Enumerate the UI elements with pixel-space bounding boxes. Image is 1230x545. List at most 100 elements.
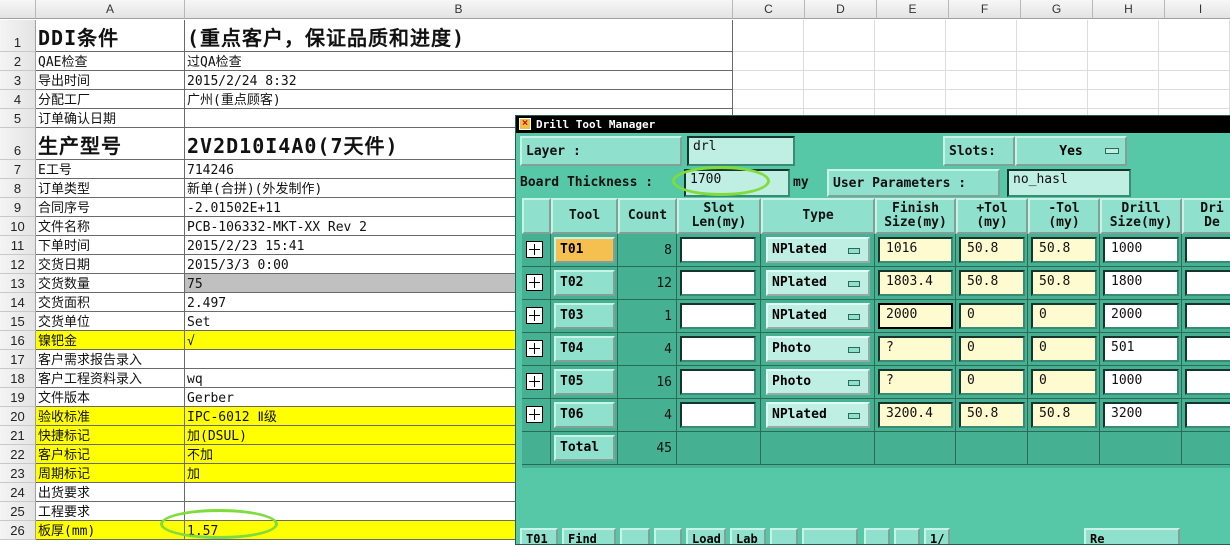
tool-button[interactable]: T02 (554, 270, 615, 296)
bottom-toolbar-button[interactable] (654, 528, 682, 544)
cell-a[interactable]: QAE检查 (36, 52, 185, 71)
cell-a[interactable]: DDI条件 (36, 20, 185, 52)
row-header[interactable]: 7 (0, 160, 36, 179)
plus-tol-field[interactable]: 50.8 (959, 270, 1025, 296)
cell-a[interactable]: 快捷标记 (36, 426, 185, 445)
row-header[interactable]: 26 (0, 521, 36, 540)
tool-button[interactable]: T03 (554, 303, 615, 329)
bottom-toolbar-button[interactable]: 1/ (924, 528, 950, 544)
tool-button[interactable]: T01 (554, 237, 615, 263)
row-header[interactable]: 12 (0, 255, 36, 274)
drill-size-field[interactable]: 501 (1103, 336, 1179, 362)
drill-depth-field[interactable] (1185, 402, 1230, 428)
cell-a[interactable]: 客户需求报告录入 (36, 350, 185, 369)
plus-tol-field[interactable]: 0 (959, 369, 1025, 395)
row-header[interactable]: 16 (0, 331, 36, 350)
type-option-button[interactable]: NPlated (766, 237, 870, 263)
drill-size-field[interactable]: 1800 (1103, 270, 1179, 296)
plus-tol-field[interactable]: 0 (959, 303, 1025, 329)
cell-a[interactable]: 验收标准 (36, 407, 185, 426)
drill-size-field[interactable]: 1000 (1103, 369, 1179, 395)
row-header[interactable]: 4 (0, 90, 36, 109)
column-header-g[interactable]: G (1021, 0, 1093, 19)
window-menu-icon[interactable]: × (519, 118, 531, 130)
plus-tol-field[interactable]: 50.8 (959, 237, 1025, 263)
drill-depth-field[interactable] (1185, 303, 1230, 329)
layer-field[interactable]: drl (687, 136, 795, 166)
tool-button[interactable]: T04 (554, 336, 615, 362)
row-header[interactable]: 10 (0, 217, 36, 236)
column-header-h[interactable]: H (1093, 0, 1165, 19)
cell-a[interactable]: 交货面积 (36, 293, 185, 312)
row-header[interactable]: 17 (0, 350, 36, 369)
bottom-toolbar-button[interactable]: Find (562, 528, 616, 544)
cell-b[interactable]: (重点客户，保证品质和进度) (185, 20, 733, 52)
slots-option-button[interactable]: Yes (1015, 136, 1127, 166)
drill-depth-field[interactable] (1185, 336, 1230, 362)
column-header-e[interactable]: E (877, 0, 949, 19)
row-header[interactable]: 13 (0, 274, 36, 293)
cell-a[interactable]: 镍钯金 (36, 331, 185, 350)
cell-a[interactable]: 生产型号 (36, 128, 185, 160)
drill-depth-field[interactable] (1185, 270, 1230, 296)
column-header-d[interactable]: D (805, 0, 877, 19)
finish-size-field[interactable]: 3200.4 (878, 402, 953, 428)
row-header[interactable]: 19 (0, 388, 36, 407)
cell-a[interactable]: 客户工程资料录入 (36, 369, 185, 388)
plus-icon[interactable] (526, 373, 543, 390)
plus-icon[interactable] (526, 406, 543, 423)
bottom-toolbar-button[interactable] (894, 528, 920, 544)
bottom-toolbar-button[interactable] (620, 528, 650, 544)
cell-a[interactable]: 下单时间 (36, 236, 185, 255)
finish-size-field[interactable]: 2000 (878, 303, 953, 329)
minus-tol-field[interactable]: 0 (1031, 369, 1097, 395)
minus-tol-field[interactable]: 0 (1031, 303, 1097, 329)
cell-a[interactable]: 交货单位 (36, 312, 185, 331)
cell-a[interactable]: 出货要求 (36, 483, 185, 502)
column-header-i[interactable]: I (1165, 0, 1230, 19)
finish-size-field[interactable]: 1016 (878, 237, 953, 263)
type-option-button[interactable]: Photo (766, 369, 870, 395)
column-header-b[interactable]: B (185, 0, 733, 19)
column-header-c[interactable]: C (733, 0, 805, 19)
plus-tol-field[interactable]: 0 (959, 336, 1025, 362)
cell-a[interactable]: 交货数量 (36, 274, 185, 293)
slot-length-field[interactable] (680, 270, 756, 296)
row-header[interactable]: 6 (0, 128, 36, 160)
bottom-toolbar-button[interactable]: Re (1084, 528, 1180, 544)
cell-a[interactable]: 交货日期 (36, 255, 185, 274)
cell-a[interactable]: 文件名称 (36, 217, 185, 236)
drill-size-field[interactable]: 1000 (1103, 237, 1179, 263)
row-header[interactable]: 8 (0, 179, 36, 198)
plus-icon[interactable] (526, 274, 543, 291)
row-header[interactable]: 3 (0, 71, 36, 90)
drill-size-field[interactable]: 2000 (1103, 303, 1179, 329)
minus-tol-field[interactable]: 0 (1031, 336, 1097, 362)
cell-a[interactable]: 分配工厂 (36, 90, 185, 109)
drill-size-field[interactable]: 3200 (1103, 402, 1179, 428)
user-parameters-field[interactable]: no_hasl (1007, 169, 1131, 197)
type-option-button[interactable]: Photo (766, 336, 870, 362)
bottom-toolbar-button[interactable] (770, 528, 798, 544)
type-option-button[interactable]: NPlated (766, 303, 870, 329)
row-header[interactable]: 23 (0, 464, 36, 483)
cell-a[interactable]: 导出时间 (36, 71, 185, 90)
window-titlebar[interactable]: × Drill Tool Manager (516, 116, 1230, 133)
row-header[interactable]: 5 (0, 109, 36, 128)
slot-length-field[interactable] (680, 369, 756, 395)
row-header[interactable]: 2 (0, 52, 36, 71)
plus-icon[interactable] (526, 241, 543, 258)
cell-a[interactable]: 合同序号 (36, 198, 185, 217)
cell-a[interactable]: 订单类型 (36, 179, 185, 198)
empty-cells[interactable] (733, 52, 1230, 71)
column-header-f[interactable]: F (949, 0, 1021, 19)
cell-a[interactable]: 订单确认日期 (36, 109, 185, 128)
cell-b[interactable]: 广州(重点顾客) (185, 90, 733, 109)
bottom-toolbar-button[interactable] (864, 528, 890, 544)
cell-a[interactable]: 板厚(mm) (36, 521, 185, 540)
slot-length-field[interactable] (680, 336, 756, 362)
empty-cells[interactable] (733, 90, 1230, 109)
minus-tol-field[interactable]: 50.8 (1031, 402, 1097, 428)
plus-tol-field[interactable]: 50.8 (959, 402, 1025, 428)
bottom-toolbar-button[interactable] (802, 528, 858, 544)
